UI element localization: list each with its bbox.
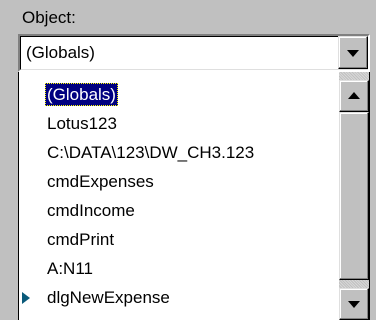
list-item-cmdexpenses[interactable]: cmdExpenses [19, 167, 339, 196]
triangle-right-icon [22, 292, 30, 304]
arrow-down-icon [348, 301, 360, 308]
scrollbar-thumb[interactable] [339, 112, 369, 280]
combobox-dropdown-button[interactable] [338, 36, 368, 69]
list-item-dlgnewexpense[interactable]: dlgNewExpense [19, 283, 339, 312]
object-list-items: (Globals) Lotus123 C:\DATA\123\DW_CH3.12… [19, 80, 339, 312]
chevron-down-icon [347, 49, 359, 57]
list-item-label: dlgNewExpense [47, 288, 170, 307]
scroll-down-button[interactable] [339, 288, 369, 320]
list-item-cmdprint[interactable]: cmdPrint [19, 225, 339, 254]
object-dropdown-list[interactable]: (Globals) Lotus123 C:\DATA\123\DW_CH3.12… [18, 72, 370, 320]
list-item-a-n11[interactable]: A:N11 [19, 254, 339, 283]
list-item-label: A:N11 [47, 259, 93, 278]
list-item-file-path[interactable]: C:\DATA\123\DW_CH3.123 [19, 138, 339, 167]
scroll-up-button[interactable] [339, 80, 369, 112]
list-item-lotus123[interactable]: Lotus123 [19, 109, 339, 138]
object-combobox[interactable]: (Globals) [18, 34, 370, 72]
list-item-cmdincome[interactable]: cmdIncome [19, 196, 339, 225]
combobox-value[interactable]: (Globals) [26, 41, 95, 65]
list-item-label: Lotus123 [47, 114, 117, 133]
list-item-label: cmdIncome [47, 201, 135, 220]
list-item-label: cmdExpenses [47, 172, 154, 191]
vertical-scrollbar[interactable] [339, 72, 369, 320]
list-item-label: cmdPrint [47, 230, 115, 249]
list-item-label: (Globals) [45, 83, 118, 106]
list-item-label: C:\DATA\123\DW_CH3.123 [47, 143, 255, 162]
list-item-globals[interactable]: (Globals) [19, 80, 339, 109]
object-label: Object: [22, 8, 76, 27]
arrow-up-icon [348, 92, 360, 99]
